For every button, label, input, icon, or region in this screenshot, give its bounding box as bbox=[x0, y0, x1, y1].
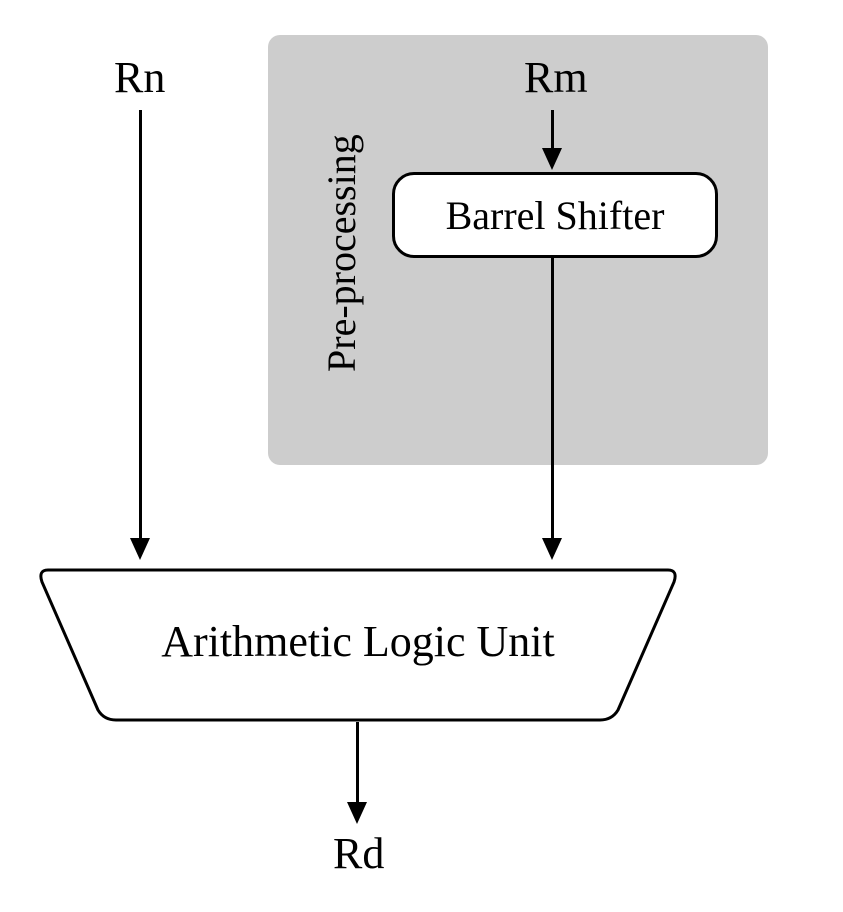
rn-to-alu-arrow-line bbox=[139, 110, 142, 540]
rn-label: Rn bbox=[114, 52, 165, 103]
rm-label: Rm bbox=[524, 52, 588, 103]
alu-to-rd-arrow-line bbox=[356, 722, 359, 804]
preprocessing-label: Pre-processing bbox=[318, 134, 365, 372]
rd-label: Rd bbox=[333, 828, 384, 879]
alu-barrel-shifter-diagram: Pre-processing Rn Rm Barrel Shifter Arit… bbox=[0, 0, 843, 912]
rm-to-barrel-arrow-head bbox=[542, 148, 562, 170]
barrel-to-alu-arrow-line bbox=[551, 256, 554, 540]
alu-block: Arithmetic Logic Unit bbox=[38, 560, 678, 730]
rn-to-alu-arrow-head bbox=[130, 538, 150, 560]
barrel-shifter-block: Barrel Shifter bbox=[392, 172, 718, 258]
rm-to-barrel-arrow-line bbox=[551, 110, 554, 150]
alu-label: Arithmetic Logic Unit bbox=[38, 616, 678, 667]
alu-to-rd-arrow-head bbox=[347, 802, 367, 824]
barrel-shifter-label: Barrel Shifter bbox=[446, 192, 665, 239]
barrel-to-alu-arrow-head bbox=[542, 538, 562, 560]
